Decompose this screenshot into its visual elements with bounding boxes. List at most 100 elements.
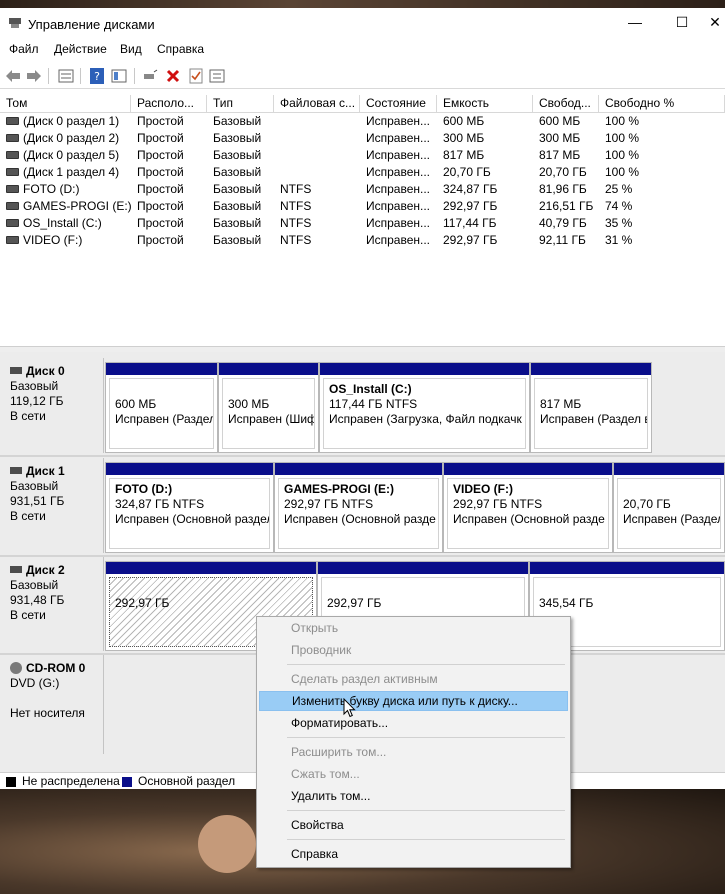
disk-management-app-icon [9,18,21,28]
connect-icon[interactable] [141,67,159,85]
check-icon[interactable] [187,67,205,85]
volume-cell-free-space: 300 МБ [533,130,599,147]
volume-cell-text: Исправен... [366,182,431,196]
column-free-space[interactable]: Свобод... [533,95,599,112]
volume-cell-text: Простой [137,131,184,145]
volume-row[interactable]: OS_Install (C:) Простой Базовый NTFS Исправе… [0,215,725,232]
column-volume[interactable]: Том [0,95,131,112]
volume-cell-volume: (Диск 1 раздел 4) [0,164,131,181]
volume-cell-text: 40,79 ГБ [539,216,587,230]
cdrom-0-name: CD-ROM 0 [26,661,86,675]
volume-cell-text: NTFS [280,182,312,196]
menu-item-format[interactable]: Форматировать... [259,713,568,733]
volume-cell-text: 292,97 ГБ [443,233,498,247]
toolbar-separator [48,68,49,84]
primary-partition-bar [106,562,316,574]
primary-partition-bar [106,363,217,375]
volume-cell-layout: Простой [131,232,207,249]
menu-item-open[interactable]: Открыть [259,618,568,638]
menu-item-explorer[interactable]: Проводник [259,640,568,660]
volume-row[interactable]: (Диск 0 раздел 5) Простой Базовый Исправен.… [0,147,725,164]
minimize-button[interactable]: — [620,14,650,30]
delete-icon[interactable] [164,67,182,85]
disk-2-label[interactable]: Диск 2 Базовый 931,48 ГБ В сети [0,557,104,651]
volume-cell-capacity: 292,97 ГБ [437,232,533,249]
partition-status: Исправен (Основной разде [453,512,605,526]
settings-icon[interactable] [208,67,226,85]
volume-cell-text: 292,97 ГБ [443,199,498,213]
menu-separator [287,737,565,738]
volume-cell-text: Исправен... [366,216,431,230]
volume-row[interactable]: GAMES-PROGI (E:) Простой Базовый NTFS Исправ… [0,198,725,215]
view-icon[interactable] [110,67,128,85]
menu-file[interactable]: Файл [9,42,39,56]
cdrom-0-status: Нет носителя [10,706,85,720]
disk-0-partition-5[interactable]: 817 МБ Исправен (Раздел в [530,362,652,453]
column-capacity[interactable]: Емкость [437,95,533,112]
menu-view[interactable]: Вид [120,42,142,56]
help-icon[interactable]: ? [88,67,106,85]
disk-2-name: Диск 2 [26,563,65,577]
volume-cell-text: 81,96 ГБ [539,182,587,196]
disk-1-label[interactable]: Диск 1 Базовый 931,51 ГБ В сети [0,458,104,553]
cdrom-0-label[interactable]: CD-ROM 0 DVD (G:) Нет носителя [0,655,104,754]
volume-row[interactable]: (Диск 0 раздел 1) Простой Базовый Исправен.… [0,113,725,130]
menu-item-properties[interactable]: Свойства [259,815,568,835]
menu-item-mark-active[interactable]: Сделать раздел активным [259,669,568,689]
column-file-system[interactable]: Файловая с... [274,95,360,112]
volume-cell-percent-free: 100 % [599,164,725,181]
volume-cell-text: Простой [137,148,184,162]
partition-status: Исправен (Основной раздел [115,512,270,526]
volume-drive-icon [6,201,19,210]
volume-cell-capacity: 817 МБ [437,147,533,164]
volume-cell-status: Исправен... [360,147,437,164]
partition-status: Исправен (Раздел в [623,512,721,526]
volume-cell-text: 35 % [605,216,633,230]
volume-cell-text: 600 МБ [443,114,485,128]
disk-1-partition-4[interactable]: 20,70 ГБИсправен (Раздел в [613,462,725,553]
forward-icon[interactable] [25,67,43,85]
menu-item-extend-volume[interactable]: Расширить том... [259,742,568,762]
volume-drive-icon [6,133,19,142]
volume-drive-icon [6,167,19,176]
menu-item-shrink-volume[interactable]: Сжать том... [259,764,568,784]
disk-1-partition-d[interactable]: FOTO (D:) 324,87 ГБ NTFS Исправен (Основно… [105,462,274,553]
volume-cell-type: Базовый [207,130,274,147]
partition-name: GAMES-PROGI (E:) [284,482,394,496]
close-button[interactable]: ✕ [700,14,725,31]
volume-cell-status: Исправен... [360,113,437,130]
partition-status: Исправен (Основной разде [284,512,436,526]
disk-0-partition-2[interactable]: 300 МБ Исправен (Шиф [218,362,319,453]
menu-action[interactable]: Действие [54,42,107,56]
volume-row[interactable]: (Диск 0 раздел 2) Простой Базовый Исправен.… [0,130,725,147]
properties-icon[interactable] [57,67,75,85]
cd-rom-icon [10,661,22,674]
column-layout[interactable]: Располо... [131,95,207,112]
volume-cell-text: Простой [137,233,184,247]
disk-1-partition-e[interactable]: GAMES-PROGI (E:) 292,97 ГБ NTFS Исправен (… [274,462,443,553]
back-icon[interactable] [4,67,22,85]
volume-cell-layout: Простой [131,113,207,130]
menu-item-help[interactable]: Справка [259,844,568,864]
volume-cell-text: Базовый [213,165,262,179]
maximize-button[interactable]: ☐ [667,14,697,31]
volume-cell-layout: Простой [131,130,207,147]
menu-item-delete-volume[interactable]: Удалить том... [259,786,568,806]
column-percent-free[interactable]: Свободно % [599,95,725,112]
column-status[interactable]: Состояние [360,95,437,112]
disk-0-partition-c[interactable]: OS_Install (C:) 117,44 ГБ NTFS Исправен (З… [319,362,530,453]
volume-cell-text: Исправен... [366,199,431,213]
menu-item-change-drive-letter[interactable]: Изменить букву диска или путь к диску... [259,691,568,711]
disk-1-partition-f[interactable]: VIDEO (F:) 292,97 ГБ NTFS Исправен (Основн… [443,462,613,553]
volume-cell-text: Простой [137,114,184,128]
volume-cell-type: Базовый [207,215,274,232]
volume-row[interactable]: FOTO (D:) Простой Базовый NTFS Исправен... 32… [0,181,725,198]
disk-0-partition-1[interactable]: 600 МБ Исправен (Раздел [105,362,218,453]
disk-0-label[interactable]: Диск 0 Базовый 119,12 ГБ В сети [0,358,104,453]
volume-row[interactable]: (Диск 1 раздел 4) Простой Базовый Исправен.… [0,164,725,181]
menu-help[interactable]: Справка [157,42,204,56]
volume-row[interactable]: VIDEO (F:) Простой Базовый NTFS Исправен... 2… [0,232,725,249]
column-type[interactable]: Тип [207,95,274,112]
partition-size: 292,97 ГБ [327,596,382,610]
volume-cell-text: 20,70 ГБ [539,165,587,179]
